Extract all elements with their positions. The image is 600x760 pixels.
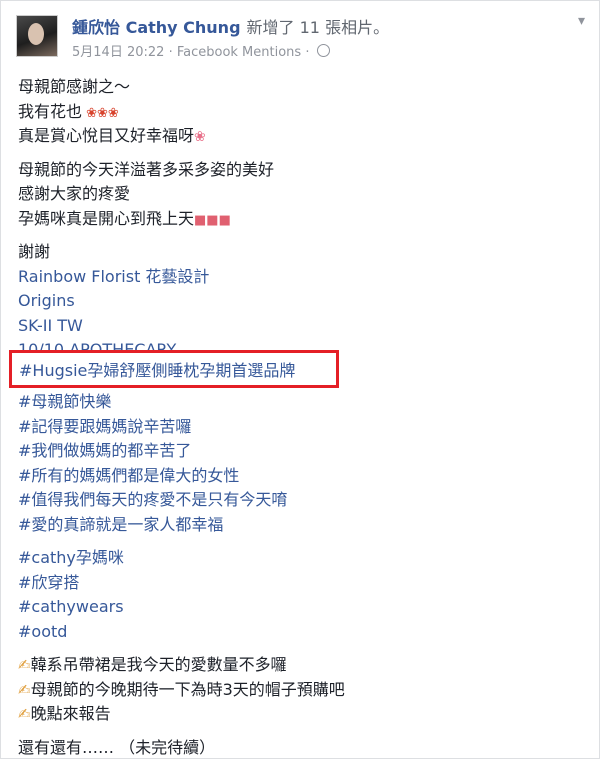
hashtag-link[interactable]: #Hugsie孕婦舒壓側睡枕孕期首選品牌 [19,357,295,381]
rose-emoji-icon: ❀❀❀ [82,106,119,121]
writing-hand-icon: ✍ [18,705,31,723]
text-line: ✍晚點來報告 [18,702,588,727]
hashtag-link[interactable]: #cathy孕媽咪 [18,546,588,571]
text-line: 還有還有…… （未完待續） [18,736,588,760]
hashtag-link[interactable]: #母親節快樂 [18,390,588,415]
text-line: 母親節的今天洋溢著多采多姿的美好 [18,158,588,183]
text-line: 孕媽咪真是開心到飛上天■■■ [18,207,588,232]
gift-emoji-icon: ■■■ [194,213,231,228]
text-line: 感謝大家的疼愛 [18,182,588,207]
globe-icon[interactable] [317,44,330,57]
hashtag-link[interactable]: #cathywears [18,595,588,620]
thanks-label: 謝謝 [18,240,588,265]
facebook-post: 鍾欣怡 Cathy Chung 新增了 11 張相片。 5月14日 20:22 ·… [0,0,600,759]
text-line: 我有花也 ❀❀❀ [18,100,588,125]
post-meta: 5月14日 20:22 · Facebook Mentions · [72,41,330,60]
writing-hand-icon: ✍ [18,656,31,674]
writing-hand-icon: ✍ [18,681,31,699]
brand-link[interactable]: Rainbow Florist 花藝設計 [18,265,588,290]
separator-2: · [305,45,309,60]
chevron-down-icon[interactable]: ▾ [578,13,585,29]
post-body-continued: #母親節快樂 #記得要跟媽媽說辛苦囉 #我們做媽媽的都辛苦了 #所有的媽媽們都是… [18,390,588,760]
text-line: ✍韓系吊帶裙是我今天的愛數量不多囉 [18,653,588,678]
hashtag-link[interactable]: #愛的真諦就是一家人都幸福 [18,513,588,538]
hashtag-link[interactable]: #我們做媽媽的都辛苦了 [18,439,588,464]
hashtag-link[interactable]: #記得要跟媽媽說辛苦囉 [18,415,588,440]
text-line: 真是賞心悅目又好幸福呀❀ [18,124,588,149]
highlight-box: #Hugsie孕婦舒壓側睡枕孕期首選品牌 [9,350,339,388]
hashtag-link[interactable]: #所有的媽媽們都是偉大的女性 [18,464,588,489]
avatar[interactable] [16,15,58,57]
author-name[interactable]: 鍾欣怡 Cathy Chung [72,18,241,37]
hashtag-link[interactable]: #值得我們每天的疼愛不是只有今天唷 [18,488,588,513]
hashtag-link[interactable]: #ootd [18,620,588,645]
post-action-text: 新增了 11 張相片。 [247,18,390,37]
post-header: 鍾欣怡 Cathy Chung 新增了 11 張相片。 [72,14,389,38]
text-line: 母親節感謝之～ [18,75,588,100]
meta-separator: · [169,45,173,60]
ribbon-emoji-icon: ❀ [194,129,206,145]
hashtag-link[interactable]: #欣穿搭 [18,571,588,596]
brand-link[interactable]: SK-II TW [18,314,588,339]
post-body: 母親節感謝之～ 我有花也 ❀❀❀ 真是賞心悅目又好幸福呀❀ 母親節的今天洋溢著多… [18,75,588,351]
brand-link[interactable]: Origins [18,289,588,314]
post-source[interactable]: Facebook Mentions [177,45,301,60]
text-line: ✍母親節的今晚期待一下為時3天的帽子預購吧 [18,678,588,703]
post-timestamp[interactable]: 5月14日 20:22 [72,45,164,60]
